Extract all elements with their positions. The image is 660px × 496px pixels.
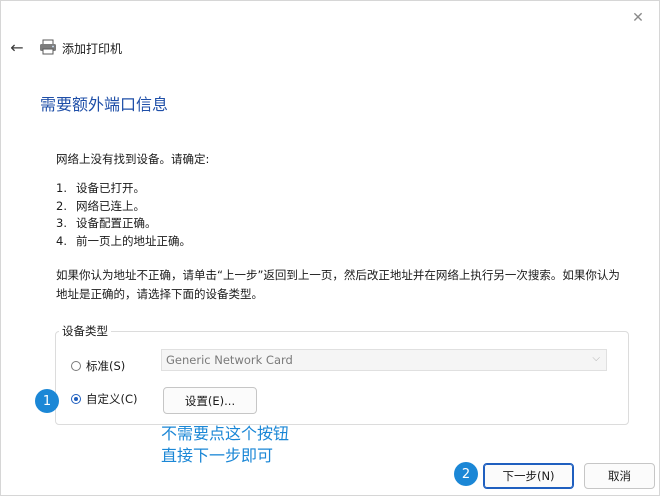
list-item-text: 设备配置正确。 <box>76 216 157 230</box>
device-type-label: 设备类型 <box>59 323 111 339</box>
standard-radio[interactable]: 标准(S) <box>71 358 125 374</box>
custom-radio-label: 自定义(C) <box>86 392 138 406</box>
device-type-group <box>55 331 629 425</box>
chevron-down-icon: ⌵ <box>592 353 600 364</box>
standard-device-value: Generic Network Card <box>166 353 293 367</box>
list-item: 1. 设备已打开。 <box>56 180 191 198</box>
page-title: 需要额外端口信息 <box>40 95 169 114</box>
list-item-number: 4. <box>56 233 67 248</box>
standard-device-select[interactable]: Generic Network Card ⌵ <box>161 349 607 371</box>
back-arrow-icon[interactable]: ← <box>7 37 27 57</box>
list-item-number: 2. <box>56 198 67 213</box>
annotation-line-1: 不需要点这个按钮 <box>161 424 290 443</box>
list-item-text: 前一页上的地址正确。 <box>76 233 191 248</box>
checklist: 1. 设备已打开。 2. 网络已连上。 3. 设备配置正确。 4. 前一页上的地址正确。 <box>56 180 191 250</box>
intro-text: 网络上没有找到设备。请确定: <box>56 152 210 166</box>
help-note: 如果你认为地址不正确，请单击“上一步”返回到上一页，然后改正地址并在网络上执行另… <box>56 268 620 301</box>
list-item: 3. 设备配置正确。 <box>56 215 191 233</box>
annotation-text: 不需要点这个按钮 直接下一步即可 <box>161 423 289 467</box>
step-badge-2: 2 <box>454 462 478 486</box>
window-title: 添加打印机 <box>62 42 123 56</box>
add-printer-dialog: ✕ ← 添加打印机 需要额外端口信息 网络上没有找到设备。请确定: 1. 设备已打… <box>0 0 660 496</box>
list-item-text: 设备已打开。 <box>76 181 145 195</box>
list-item: 4. 前一页上的地址正确。 <box>56 233 191 251</box>
custom-radio-circle[interactable] <box>71 394 81 404</box>
list-item: 2. 网络已连上。 <box>56 198 191 216</box>
list-item-text: 网络已连上。 <box>76 198 145 213</box>
title-bar: ← 添加打印机 <box>1 31 659 65</box>
step-badge-1: 1 <box>35 389 59 413</box>
settings-button[interactable]: 设置(E)... <box>163 387 257 414</box>
cancel-button[interactable]: 取消 <box>584 463 655 489</box>
list-item-number: 1. <box>56 181 67 195</box>
close-icon[interactable]: ✕ <box>627 7 649 29</box>
standard-radio-label: 标准(S) <box>86 359 126 373</box>
annotation-line-2: 直接下一步即可 <box>161 446 274 465</box>
list-item-number: 3. <box>56 216 67 230</box>
printer-icon <box>40 39 56 55</box>
next-button[interactable]: 下一步(N) <box>483 463 574 489</box>
standard-radio-circle[interactable] <box>71 361 81 371</box>
custom-radio[interactable]: 自定义(C) <box>71 391 138 407</box>
